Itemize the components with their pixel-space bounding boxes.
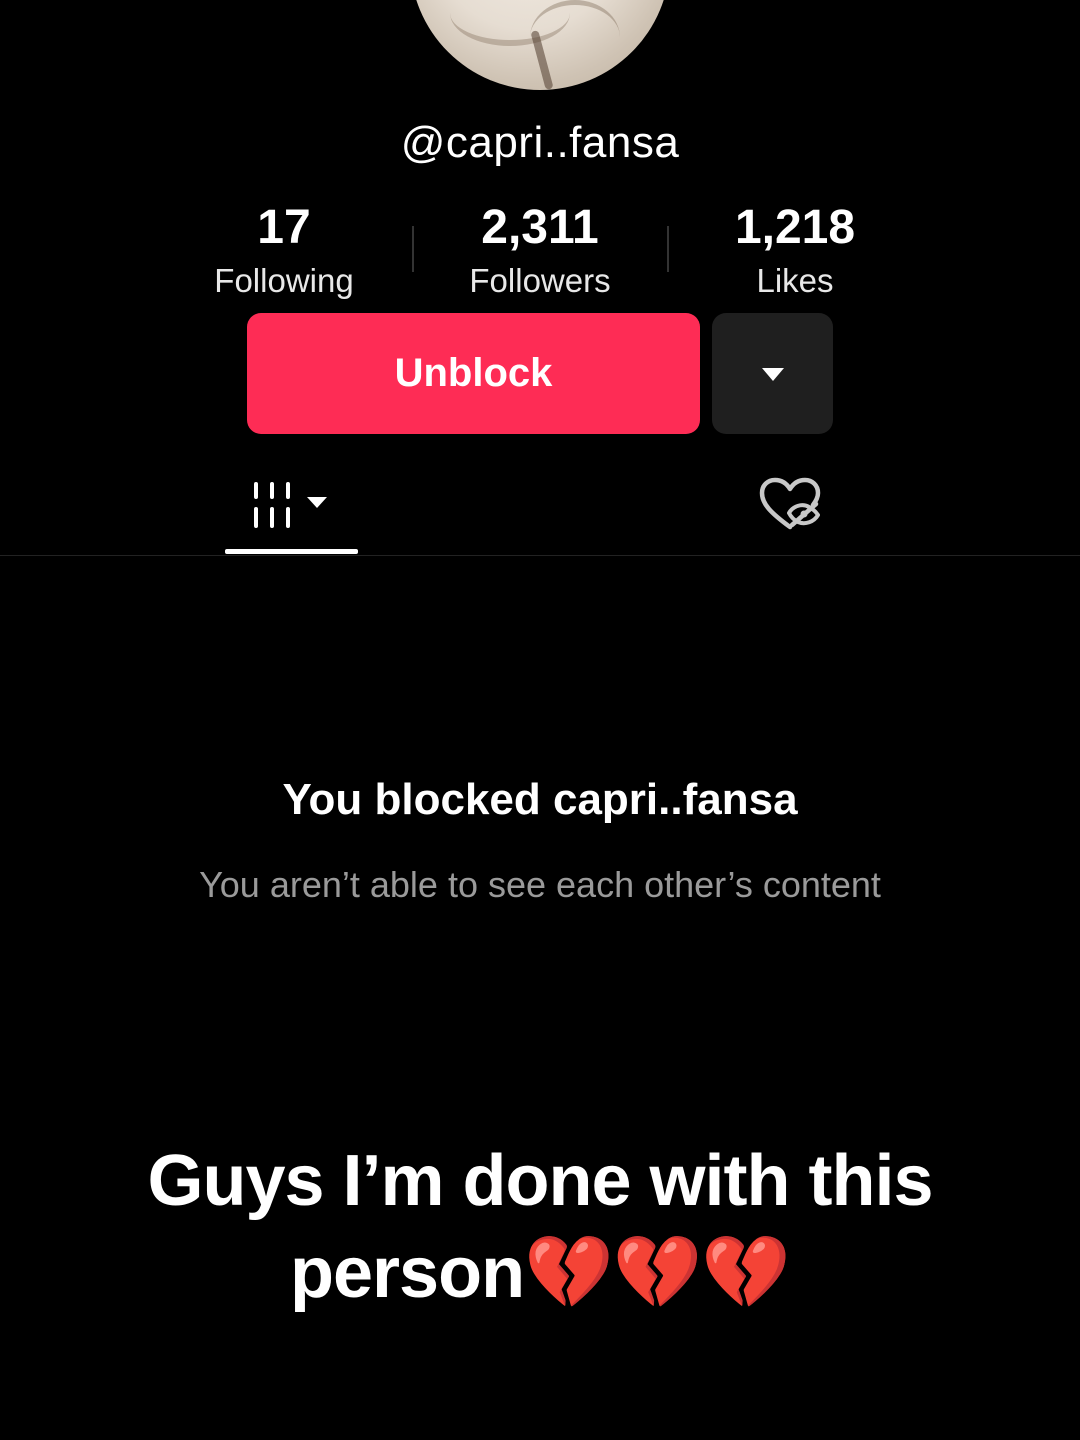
stat-followers[interactable]: 2,311 Followers — [420, 200, 660, 306]
blocked-title: You blocked capri..fansa — [282, 775, 798, 824]
blocked-subtitle: You aren’t able to see each other’s cont… — [199, 864, 881, 905]
caption-line-1: Guys I’m done with this — [147, 1141, 933, 1221]
stat-divider — [667, 226, 669, 272]
caption-line-2: person💔💔💔 — [290, 1233, 791, 1313]
caption-overlay: Guys I’m done with this person💔💔💔 — [80, 1135, 1000, 1319]
caret-down-icon — [761, 367, 784, 381]
stat-followers-count: 2,311 — [481, 201, 599, 254]
stat-likes[interactable]: 1,218 Likes — [675, 200, 915, 306]
stat-following[interactable]: 17 Following — [164, 200, 404, 306]
profile-username: @capri..fansa — [400, 118, 680, 167]
stat-likes-label: Likes — [756, 262, 834, 299]
liked-hidden-icon — [759, 477, 821, 530]
tab-liked[interactable] — [740, 465, 840, 545]
tab-bar-divider — [0, 555, 1080, 556]
unblock-button[interactable]: Unblock — [247, 313, 700, 434]
stat-following-label: Following — [214, 262, 354, 299]
videos-grid-icon — [253, 482, 327, 528]
stat-likes-count: 1,218 — [734, 201, 856, 254]
stat-divider — [412, 226, 414, 272]
active-tab-indicator — [225, 549, 358, 554]
tab-videos[interactable] — [225, 465, 358, 545]
stat-following-count: 17 — [257, 201, 311, 254]
profile-avatar[interactable] — [410, 0, 670, 90]
stat-followers-label: Followers — [469, 262, 611, 299]
more-options-button[interactable] — [712, 313, 833, 434]
